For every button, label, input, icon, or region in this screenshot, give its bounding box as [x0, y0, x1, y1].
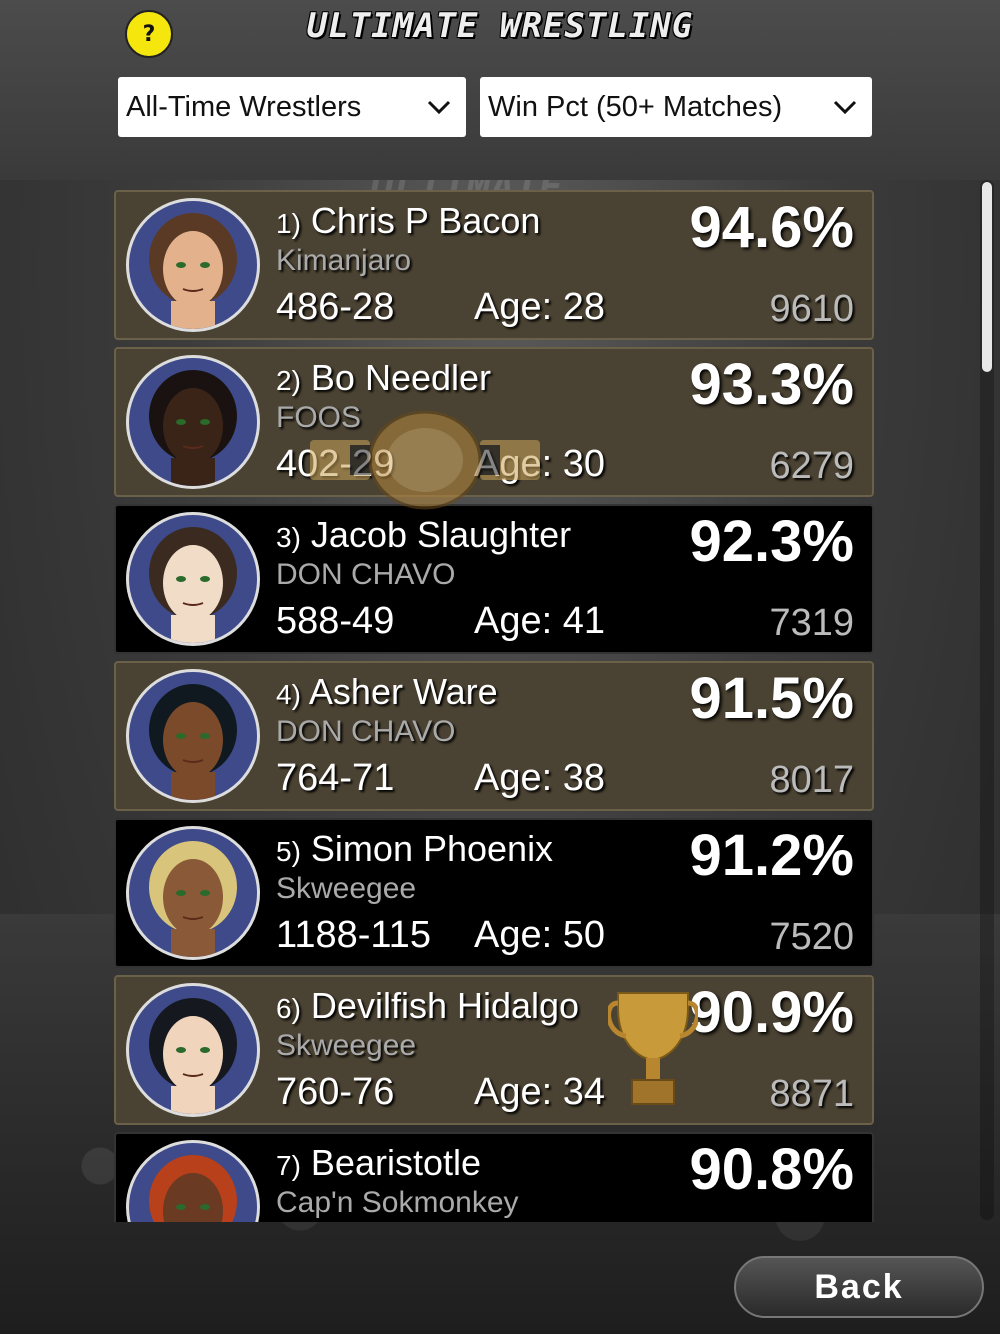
wrestler-row[interactable]: 6) Devilfish Hidalgo Skweegee 760-76 Age… [114, 975, 874, 1125]
wrestler-list[interactable]: ULTIMATE 1) Chris P Bacon Kimanjaro 486-… [0, 180, 1000, 1222]
wrestler-row[interactable]: 4) Asher Ware DON CHAVO 764-71 Age: 38 9… [114, 661, 874, 811]
wrestler-row[interactable]: 7) Bearistotle Cap'n Sokmonkey 90.8% [114, 1132, 874, 1222]
wrestler-team: Kimanjaro [276, 244, 412, 277]
help-button[interactable]: ? [125, 10, 173, 58]
stat-dropdown-value: Win Pct (50+ Matches) [488, 90, 783, 123]
wrestler-age: Age: 41 [474, 600, 605, 642]
wrestler-age: Age: 38 [474, 757, 605, 799]
help-label: ? [142, 21, 156, 47]
wrestler-score: 8017 [769, 759, 854, 801]
wrestler-win-pct: 91.5% [689, 666, 854, 731]
wrestler-avatar [126, 826, 260, 960]
wrestler-record: 1188-115 [276, 914, 431, 956]
wrestler-score: 8871 [769, 1073, 854, 1115]
wrestler-team: Cap'n Sokmonkey [276, 1186, 519, 1219]
wrestler-rank: 1) [276, 208, 301, 239]
back-button[interactable]: Back [734, 1256, 984, 1318]
wrestler-name-text: Bo Needler [310, 357, 492, 398]
wrestler-age: Age: 28 [474, 286, 605, 328]
wrestler-win-pct: 94.6% [689, 195, 854, 260]
wrestler-name-text: Jacob Slaughter [310, 514, 572, 555]
wrestler-score: 6279 [769, 445, 854, 487]
category-dropdown-value: All-Time Wrestlers [126, 90, 362, 123]
wrestler-rank: 6) [276, 993, 301, 1024]
wrestler-age: Age: 34 [474, 1071, 605, 1113]
wrestler-name: 4) Asher Ware [276, 671, 498, 713]
wrestler-avatar [126, 355, 260, 489]
wrestler-avatar [126, 1140, 260, 1222]
wrestler-name-text: Chris P Bacon [310, 200, 541, 241]
wrestler-rank: 2) [276, 365, 301, 396]
wrestler-row[interactable]: 5) Simon Phoenix Skweegee 1188-115 Age: … [114, 818, 874, 968]
wrestler-rank: 3) [276, 522, 301, 553]
wrestler-name: 2) Bo Needler [276, 357, 491, 399]
wrestler-avatar [126, 198, 260, 332]
chevron-down-icon [833, 100, 857, 115]
wrestler-name-text: Asher Ware [308, 671, 498, 712]
stat-dropdown[interactable]: Win Pct (50+ Matches) [480, 77, 872, 137]
wrestler-row[interactable]: 1) Chris P Bacon Kimanjaro 486-28 Age: 2… [114, 190, 874, 340]
wrestler-rank: 4) [276, 679, 301, 710]
wrestler-name-text: Simon Phoenix [310, 828, 554, 869]
wrestler-rank: 7) [276, 1150, 301, 1181]
wrestler-team: DON CHAVO [276, 558, 456, 591]
wrestler-avatar [126, 669, 260, 803]
wrestler-win-pct: 91.2% [689, 823, 854, 888]
chevron-down-icon [427, 100, 451, 115]
wrestler-name: 3) Jacob Slaughter [276, 514, 571, 556]
wrestler-rank: 5) [276, 836, 301, 867]
wrestler-name: 1) Chris P Bacon [276, 200, 540, 242]
wrestler-name-text: Devilfish Hidalgo [310, 985, 580, 1026]
wrestler-record: 486-28 [276, 286, 395, 328]
championship-belt-icon [310, 410, 540, 510]
wrestler-avatar [126, 983, 260, 1117]
wrestler-name: 7) Bearistotle [276, 1142, 481, 1184]
wrestler-avatar [126, 512, 260, 646]
wrestler-team: DON CHAVO [276, 715, 456, 748]
category-dropdown[interactable]: All-Time Wrestlers [118, 77, 466, 137]
trophy-icon [608, 992, 698, 1105]
wrestler-record: 760-76 [276, 1071, 395, 1113]
wrestler-age: Age: 50 [474, 914, 605, 956]
wrestler-team: Skweegee [276, 1029, 417, 1062]
scrollbar-thumb[interactable] [982, 182, 992, 372]
back-button-label: Back [814, 1267, 904, 1306]
game-logo: ULTIMATE WRESTLING [306, 6, 694, 46]
wrestler-name: 6) Devilfish Hidalgo [276, 985, 579, 1027]
wrestler-score: 7319 [769, 602, 854, 644]
wrestler-win-pct: 90.9% [689, 980, 854, 1045]
wrestler-name-text: Bearistotle [310, 1142, 482, 1183]
wrestler-win-pct: 90.8% [689, 1137, 854, 1202]
wrestler-team: Skweegee [276, 872, 417, 905]
wrestler-record: 764-71 [276, 757, 395, 799]
wrestler-row[interactable]: 3) Jacob Slaughter DON CHAVO 588-49 Age:… [114, 504, 874, 654]
wrestler-name: 5) Simon Phoenix [276, 828, 553, 870]
wrestler-win-pct: 92.3% [689, 509, 854, 574]
wrestler-record: 588-49 [276, 600, 395, 642]
wrestler-win-pct: 93.3% [689, 352, 854, 417]
wrestler-score: 7520 [769, 916, 854, 958]
wrestler-score: 9610 [769, 288, 854, 330]
